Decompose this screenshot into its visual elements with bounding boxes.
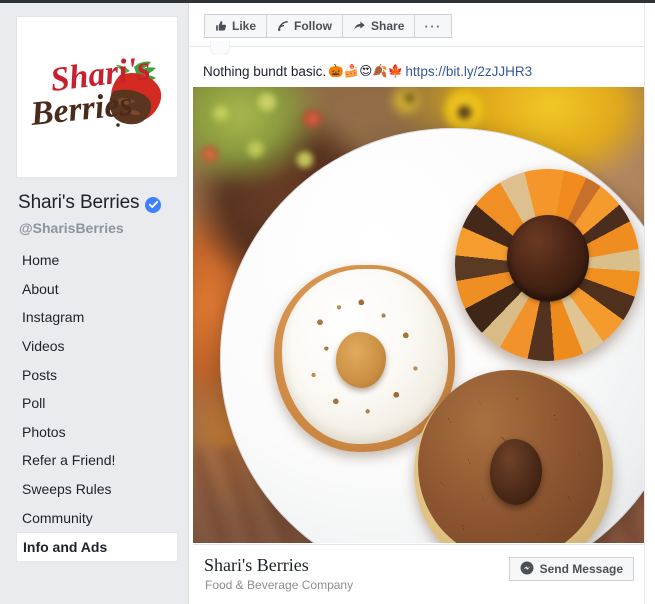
sidebar-item-label: Posts bbox=[22, 366, 58, 383]
sidebar-item-label: Sweeps Rules bbox=[22, 481, 112, 498]
page-handle: @SharisBerries bbox=[19, 220, 124, 236]
sharis-berries-logo: Shari's Berries bbox=[28, 51, 162, 133]
ellipsis-icon: ··· bbox=[424, 18, 442, 34]
footer-page-name: Shari's Berries bbox=[204, 555, 309, 575]
sidebar-item-label: Home bbox=[22, 252, 60, 269]
like-button[interactable]: Like bbox=[204, 14, 267, 38]
sidebar-nav: Home About Instagram Videos Posts Poll P… bbox=[0, 246, 189, 562]
thumbs-up-icon bbox=[215, 20, 227, 32]
sidebar-item-label: Photos bbox=[22, 423, 66, 440]
photo-orange-glazed-bundt bbox=[455, 169, 641, 361]
follow-button[interactable]: Follow bbox=[266, 14, 343, 38]
page-title-row: Shari's Berries bbox=[18, 191, 162, 214]
photo-chocolate-sprinkle-bundt bbox=[414, 369, 614, 543]
page-content-panel: Like Follow Share ··· Nothing bundt basi… bbox=[190, 3, 655, 604]
like-button-label: Like bbox=[232, 19, 257, 33]
sidebar-item-about[interactable]: About bbox=[0, 275, 189, 304]
sidebar-item-label: Videos bbox=[22, 338, 65, 355]
facebook-page-screenshot: Shari's Berries Shari's Berries @SharisB… bbox=[0, 0, 655, 604]
sidebar-item-home[interactable]: Home bbox=[0, 246, 189, 275]
rss-follow-icon bbox=[277, 20, 289, 32]
page-title: Shari's Berries bbox=[18, 192, 140, 213]
page-profile-logo-card[interactable]: Shari's Berries bbox=[16, 16, 178, 178]
share-button[interactable]: Share bbox=[342, 14, 415, 38]
footer-page-category: Food & Beverage Company bbox=[205, 578, 354, 592]
post-photo[interactable] bbox=[193, 87, 645, 543]
sidebar-item-label: Community bbox=[22, 509, 93, 526]
verified-badge-icon bbox=[145, 196, 162, 213]
messenger-icon bbox=[520, 561, 534, 578]
page-footer-bar: Shari's Berries Food & Beverage Company … bbox=[193, 544, 645, 604]
page-sidebar: Shari's Berries Shari's Berries @SharisB… bbox=[0, 3, 189, 604]
post-link[interactable]: https://bit.ly/2zJJHR3 bbox=[405, 64, 532, 79]
page-action-button-group: Like Follow Share ··· bbox=[204, 14, 452, 38]
sidebar-item-instagram[interactable]: Instagram bbox=[0, 303, 189, 332]
post-caption-emojis: 🎃🍰😍🍂🍁 bbox=[328, 63, 404, 78]
content-right-gutter bbox=[644, 3, 655, 604]
send-message-button[interactable]: Send Message bbox=[508, 557, 634, 581]
sidebar-item-label: Poll bbox=[22, 395, 46, 412]
sidebar-item-refer-a-friend[interactable]: Refer a Friend! bbox=[0, 446, 189, 475]
page-action-toolbar: Like Follow Share ··· bbox=[190, 3, 655, 47]
sidebar-item-community[interactable]: Community bbox=[0, 503, 189, 532]
post-caption: Nothing bundt basic. 🎃🍰😍🍂🍁 https://bit.l… bbox=[190, 55, 655, 87]
sidebar-item-label: Instagram bbox=[22, 309, 85, 326]
follow-button-label: Follow bbox=[294, 19, 333, 33]
sidebar-item-label: Info and Ads bbox=[23, 538, 108, 555]
sidebar-item-poll[interactable]: Poll bbox=[0, 389, 189, 418]
post-caption-text: Nothing bundt basic. bbox=[203, 63, 327, 79]
post-photo-canvas bbox=[193, 87, 645, 543]
share-arrow-icon bbox=[353, 20, 366, 32]
send-message-label: Send Message bbox=[539, 562, 623, 576]
sidebar-item-label: About bbox=[22, 280, 59, 297]
sidebar-item-info-and-ads[interactable]: Info and Ads bbox=[16, 531, 178, 562]
sidebar-item-videos[interactable]: Videos bbox=[0, 332, 189, 361]
sidebar-item-posts[interactable]: Posts bbox=[0, 360, 189, 389]
sidebar-item-sweeps-rules[interactable]: Sweeps Rules bbox=[0, 475, 189, 504]
share-button-label: Share bbox=[371, 19, 405, 33]
more-options-button[interactable]: ··· bbox=[414, 14, 452, 38]
sidebar-item-label: Refer a Friend! bbox=[22, 452, 116, 469]
sidebar-item-photos[interactable]: Photos bbox=[0, 418, 189, 447]
